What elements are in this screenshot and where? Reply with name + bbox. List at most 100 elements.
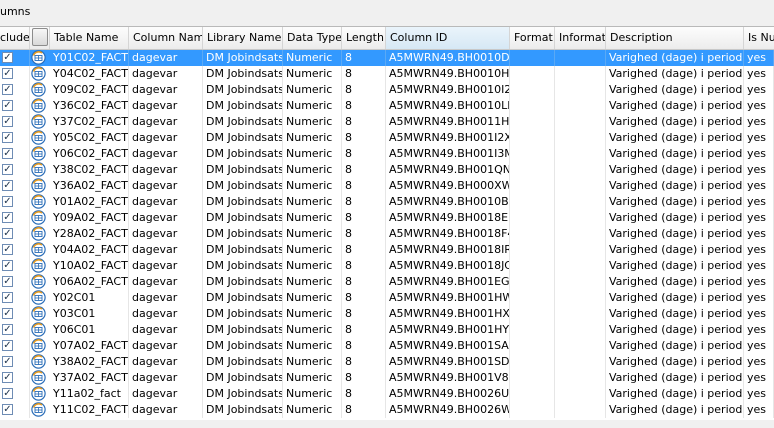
table-row[interactable]: ✓ Y07A02_FACT dagevar DM Jobindsats Numeric 8… [0, 338, 774, 354]
section-title: umns [0, 0, 774, 24]
table-row[interactable]: ✓ Y28A02_FACT dagevar DM Jobindsats Numeric 8… [0, 226, 774, 242]
include-checkbox[interactable]: ✓ [2, 164, 13, 175]
include-checkbox[interactable]: ✓ [2, 372, 13, 383]
header-column-id[interactable]: Column ID [386, 27, 510, 49]
cell-data-type: Numeric [283, 306, 342, 322]
include-checkbox[interactable]: ✓ [2, 260, 13, 271]
cell-library-name: DM Jobindsats [203, 290, 283, 306]
table-row[interactable]: ✓ Y11a02_fact dagevar DM Jobindsats Numeric 8… [0, 386, 774, 402]
table-row[interactable]: ✓ Y38C02_FACT dagevar DM Jobindsats Numeric 8… [0, 162, 774, 178]
cell-column-id: A5MWRN49.BH0018JG [386, 258, 510, 274]
include-checkbox[interactable]: ✓ [2, 68, 13, 79]
cell-table-name: Y11C02_FACT [50, 402, 129, 418]
table-row[interactable]: ✓ Y06C02_FACT dagevar DM Jobindsats Numeric 8… [0, 146, 774, 162]
header-description[interactable]: Description [606, 27, 744, 49]
include-checkbox[interactable]: ✓ [2, 324, 13, 335]
table-row[interactable]: ✓ Y09C02_FACT dagevar DM Jobindsats Numeric 8… [0, 82, 774, 98]
cell-format [510, 370, 555, 386]
cell-format [510, 226, 555, 242]
include-checkbox[interactable]: ✓ [2, 356, 13, 367]
cell-data-type: Numeric [283, 194, 342, 210]
table-row[interactable]: ✓ Y11C02_FACT dagevar DM Jobindsats Numeric 8… [0, 402, 774, 418]
table-row[interactable]: ✓ Y02C01 dagevar DM Jobindsats Numeric 8 A5MWR… [0, 290, 774, 306]
include-checkbox[interactable]: ✓ [2, 180, 13, 191]
cell-format [510, 146, 555, 162]
sas-table-icon [31, 66, 46, 81]
include-checkbox[interactable]: ✓ [2, 212, 13, 223]
cell-description: Varighed (dage) i perioden [606, 66, 744, 82]
header-include[interactable]: clude [0, 27, 30, 49]
header-informat[interactable]: Informat [555, 27, 606, 49]
header-length[interactable]: Length [342, 27, 386, 49]
include-checkbox[interactable]: ✓ [2, 404, 13, 415]
include-checkbox[interactable]: ✓ [2, 308, 13, 319]
include-checkbox[interactable]: ✓ [2, 340, 13, 351]
cell-library-name: DM Jobindsats [203, 386, 283, 402]
header-is-nullable[interactable]: Is Nu [744, 27, 774, 49]
cell-column-name: dagevar [129, 386, 203, 402]
cell-include: ✓ [0, 178, 30, 194]
cell-table-name: Y11a02_fact [50, 386, 129, 402]
table-row[interactable]: ✓ Y09A02_FACT dagevar DM Jobindsats Numeric 8… [0, 210, 774, 226]
header-data-type[interactable]: Data Type [283, 27, 342, 49]
cell-table-name: Y03C01 [50, 306, 129, 322]
cell-table-name: Y38C02_FACT [50, 162, 129, 178]
header-column-name[interactable]: Column Name [129, 27, 203, 49]
cell-column-id: A5MWRN49.BH0010B3 [386, 194, 510, 210]
table-row[interactable]: ✓ Y01C02_FACT dagevar DM Jobindsats Numeric 8… [0, 50, 774, 66]
include-checkbox[interactable]: ✓ [2, 84, 13, 95]
sas-table-icon [31, 162, 46, 177]
table-row[interactable]: ✓ Y37C02_FACT dagevar DM Jobindsats Numeric 8… [0, 114, 774, 130]
cell-description: Varighed (dage) i perioden [606, 338, 744, 354]
cell-format [510, 290, 555, 306]
sas-table-icon [31, 338, 46, 353]
cell-description: Varighed (dage) i perioden [606, 386, 744, 402]
cell-column-name: dagevar [129, 226, 203, 242]
cell-table-name: Y04C02_FACT [50, 66, 129, 82]
include-checkbox[interactable]: ✓ [2, 100, 13, 111]
cell-informat [555, 98, 606, 114]
table-row[interactable]: ✓ Y36C02_FACT dagevar DM Jobindsats Numeric 8… [0, 98, 774, 114]
cell-data-type: Numeric [283, 370, 342, 386]
include-checkbox[interactable]: ✓ [2, 244, 13, 255]
cell-description: Varighed (dage) i perioden [606, 194, 744, 210]
include-checkbox[interactable]: ✓ [2, 132, 13, 143]
cell-column-id: A5MWRN49.BH0010HH [386, 66, 510, 82]
include-checkbox[interactable]: ✓ [2, 388, 13, 399]
table-row[interactable]: ✓ Y01A02_FACT dagevar DM Jobindsats Numeric 8… [0, 194, 774, 210]
cell-column-name: dagevar [129, 338, 203, 354]
include-checkbox[interactable]: ✓ [2, 292, 13, 303]
include-checkbox[interactable]: ✓ [2, 52, 13, 63]
include-checkbox[interactable]: ✓ [2, 228, 13, 239]
cell-length: 8 [342, 322, 386, 338]
include-checkbox[interactable]: ✓ [2, 196, 13, 207]
sas-table-icon [31, 98, 46, 113]
table-row[interactable]: ✓ Y38A02_FACT dagevar DM Jobindsats Numeric 8… [0, 354, 774, 370]
table-row[interactable]: ✓ Y05C02_FACT dagevar DM Jobindsats Numeric 8… [0, 130, 774, 146]
table-row[interactable]: ✓ Y03C01 dagevar DM Jobindsats Numeric 8 A5MWR… [0, 306, 774, 322]
include-checkbox[interactable]: ✓ [2, 276, 13, 287]
table-row[interactable]: ✓ Y04C02_FACT dagevar DM Jobindsats Numeric 8… [0, 66, 774, 82]
cell-library-name: DM Jobindsats [203, 194, 283, 210]
header-library-name[interactable]: Library Name [203, 27, 283, 49]
header-table-name[interactable]: Table Name [50, 27, 129, 49]
include-checkbox[interactable]: ✓ [2, 116, 13, 127]
header-format[interactable]: Format [510, 27, 555, 49]
table-row[interactable]: ✓ Y10A02_FACT dagevar DM Jobindsats Numeric 8… [0, 258, 774, 274]
include-checkbox[interactable]: ✓ [2, 148, 13, 159]
cell-column-name: dagevar [129, 274, 203, 290]
table-row[interactable]: ✓ Y36A02_FACT dagevar DM Jobindsats Numeric 8… [0, 178, 774, 194]
cell-table-name: Y07A02_FACT [50, 338, 129, 354]
table-row[interactable]: ✓ Y04A02_FACT dagevar DM Jobindsats Numeric 8… [0, 242, 774, 258]
columns-grid: clude Table Name Column Name Library Nam… [0, 26, 774, 421]
cell-is-nullable: yes [744, 274, 774, 290]
table-row[interactable]: ✓ Y37A02_FACT dagevar DM Jobindsats Numeric 8… [0, 370, 774, 386]
cell-column-name: dagevar [129, 66, 203, 82]
table-row[interactable]: ✓ Y06C01 dagevar DM Jobindsats Numeric 8 A5MWR… [0, 322, 774, 338]
cell-is-nullable: yes [744, 290, 774, 306]
cell-data-type: Numeric [283, 322, 342, 338]
cell-table-name: Y06C02_FACT [50, 146, 129, 162]
cell-format [510, 338, 555, 354]
table-row[interactable]: ✓ Y06A02_FACT dagevar DM Jobindsats Numeric 8… [0, 274, 774, 290]
select-all-button[interactable] [32, 28, 48, 46]
